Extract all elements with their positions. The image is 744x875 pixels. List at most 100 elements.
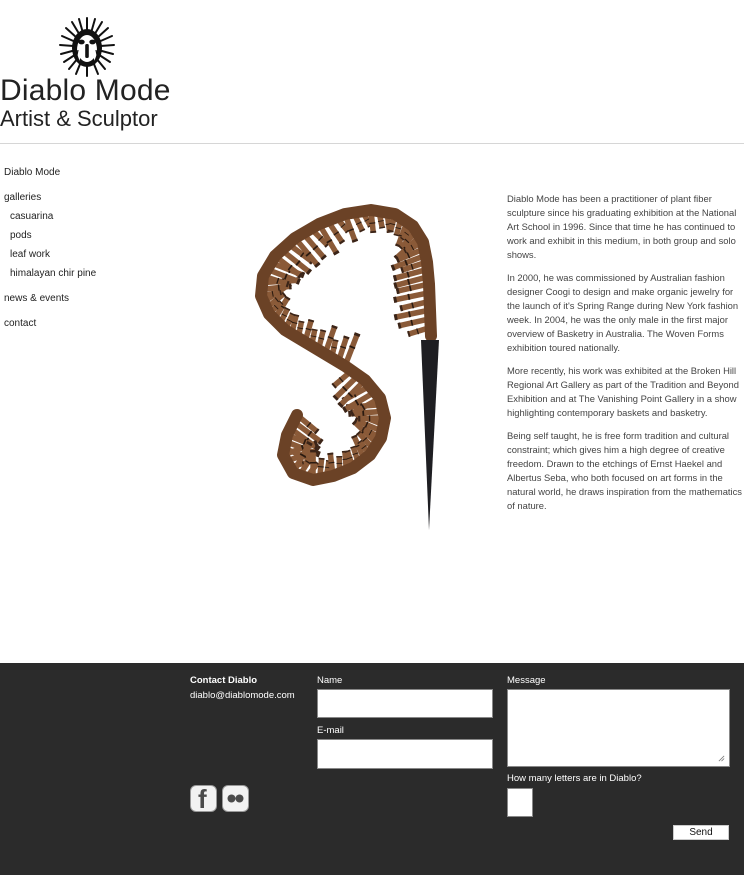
fiber-tip [332, 250, 340, 256]
fiber-binding [404, 231, 410, 237]
fiber-tip [317, 438, 324, 445]
resize-grip-icon[interactable] [718, 755, 725, 762]
fiber-binding [305, 459, 311, 465]
mandrill-face-logo-icon[interactable] [58, 16, 116, 78]
site-title[interactable]: Diablo Mode [0, 74, 171, 108]
fiber-tip [314, 261, 321, 268]
send-button[interactable]: Send [673, 825, 729, 840]
fiber-tip [296, 278, 301, 285]
fiber-tip [393, 313, 398, 321]
fiber-binding [347, 228, 355, 232]
fiber-binding [338, 376, 344, 383]
fiber-tip [342, 406, 348, 413]
fiber-tip [399, 304, 404, 312]
fiber-binding [299, 453, 306, 458]
fiber-binding [354, 399, 360, 406]
nav-gallery-casuarina[interactable]: casuarina [10, 211, 53, 222]
captcha-input[interactable] [507, 788, 533, 817]
nav-gallery-pods[interactable]: pods [10, 230, 32, 241]
fiber-tip [356, 430, 362, 436]
woven-fiber-sculpture-image [205, 180, 475, 550]
contact-email-link[interactable]: diablo@diablomode.com [190, 690, 295, 701]
header-divider [0, 143, 744, 144]
nav-news-events-link[interactable]: news & events [4, 293, 69, 304]
bio-paragraph: More recently, his work was exhibited at… [507, 365, 739, 418]
fiber-binding [404, 259, 409, 266]
flickr-icon[interactable] [222, 785, 249, 812]
fiber-binding [318, 235, 324, 241]
fiber-tip [284, 306, 291, 311]
fiber-tip [395, 256, 401, 264]
fiber-tip [285, 280, 290, 288]
nav-gallery-leaf-work[interactable]: leaf work [10, 249, 50, 260]
bio-paragraph: In 2000, he was commissioned by Australi… [507, 272, 739, 353]
fiber-tip [403, 248, 408, 255]
fiber-tip [398, 244, 404, 251]
nav-gallery-himalayan-chir-pine[interactable]: himalayan chir pine [10, 268, 96, 279]
fiber-tip [320, 254, 327, 261]
fiber-tip [338, 239, 346, 245]
fiber-binding [364, 421, 369, 428]
fiber-tip [297, 272, 304, 279]
fiber-binding [305, 251, 312, 257]
artist-bio: Diablo Mode has been a practitioner of p… [507, 192, 743, 522]
fiber-binding [283, 273, 288, 280]
fiber-binding [406, 252, 411, 259]
nav-contact-link[interactable]: contact [4, 318, 36, 329]
message-textarea[interactable] [507, 689, 730, 767]
name-label: Name [317, 675, 343, 686]
fiber-binding [347, 392, 354, 398]
fiber-binding [361, 404, 366, 411]
fiber-tip [281, 291, 287, 297]
fiber-tip [324, 242, 330, 248]
facebook-icon[interactable]: f [190, 785, 217, 812]
fiber-tip [305, 268, 312, 275]
fiber-tip [349, 410, 355, 417]
fiber-tip [313, 440, 319, 447]
fiber-binding [362, 437, 368, 442]
fiber-tip [400, 236, 406, 242]
bio-paragraph: Being self taught, he is free form tradi… [507, 430, 742, 511]
fiber-binding [300, 251, 305, 258]
fiber-tip [331, 382, 337, 389]
message-label: Message [507, 675, 546, 686]
fiber-tip [343, 335, 350, 340]
fiber-tip [407, 330, 411, 338]
fiber-tip [393, 296, 398, 303]
email-label: E-mail [317, 725, 344, 736]
contact-title: Contact Diablo [190, 675, 258, 686]
fiber-tip [357, 439, 363, 445]
fiber-binding [333, 231, 340, 236]
fiber-tip [392, 274, 398, 282]
fiber-tip [353, 332, 361, 337]
nav-home-link[interactable]: Diablo Mode [4, 167, 60, 178]
fiber-binding [302, 438, 307, 446]
fiber-tip [278, 299, 284, 306]
nav-galleries-link[interactable]: galleries [4, 192, 41, 203]
fiber-binding [300, 444, 305, 452]
fiber-binding [355, 443, 362, 448]
name-input[interactable] [317, 689, 493, 718]
fiber-tip [397, 322, 402, 329]
fiber-tip [395, 287, 400, 295]
fiber-tip [337, 401, 344, 409]
fiber-binding [274, 296, 280, 303]
fiber-tip [390, 264, 396, 272]
facebook-f-glyph: f [198, 785, 207, 812]
fiber-tip [289, 312, 296, 317]
captcha-label: How many letters are in Diablo? [507, 773, 642, 784]
fiber-binding [342, 386, 348, 392]
fiber-tip [315, 450, 321, 458]
fiber-tip [359, 228, 366, 233]
fiber-binding [361, 444, 367, 450]
fiber-binding [273, 304, 279, 310]
fiber-tip [314, 428, 320, 435]
fiber-tip [351, 434, 358, 439]
fiber-binding [340, 223, 346, 228]
fiber-tip [307, 318, 315, 323]
fiber-tip [353, 416, 359, 424]
fiber-tip [332, 394, 339, 401]
fiber-tip [351, 238, 359, 243]
fiber-tip [400, 266, 405, 274]
email-input[interactable] [317, 739, 493, 769]
